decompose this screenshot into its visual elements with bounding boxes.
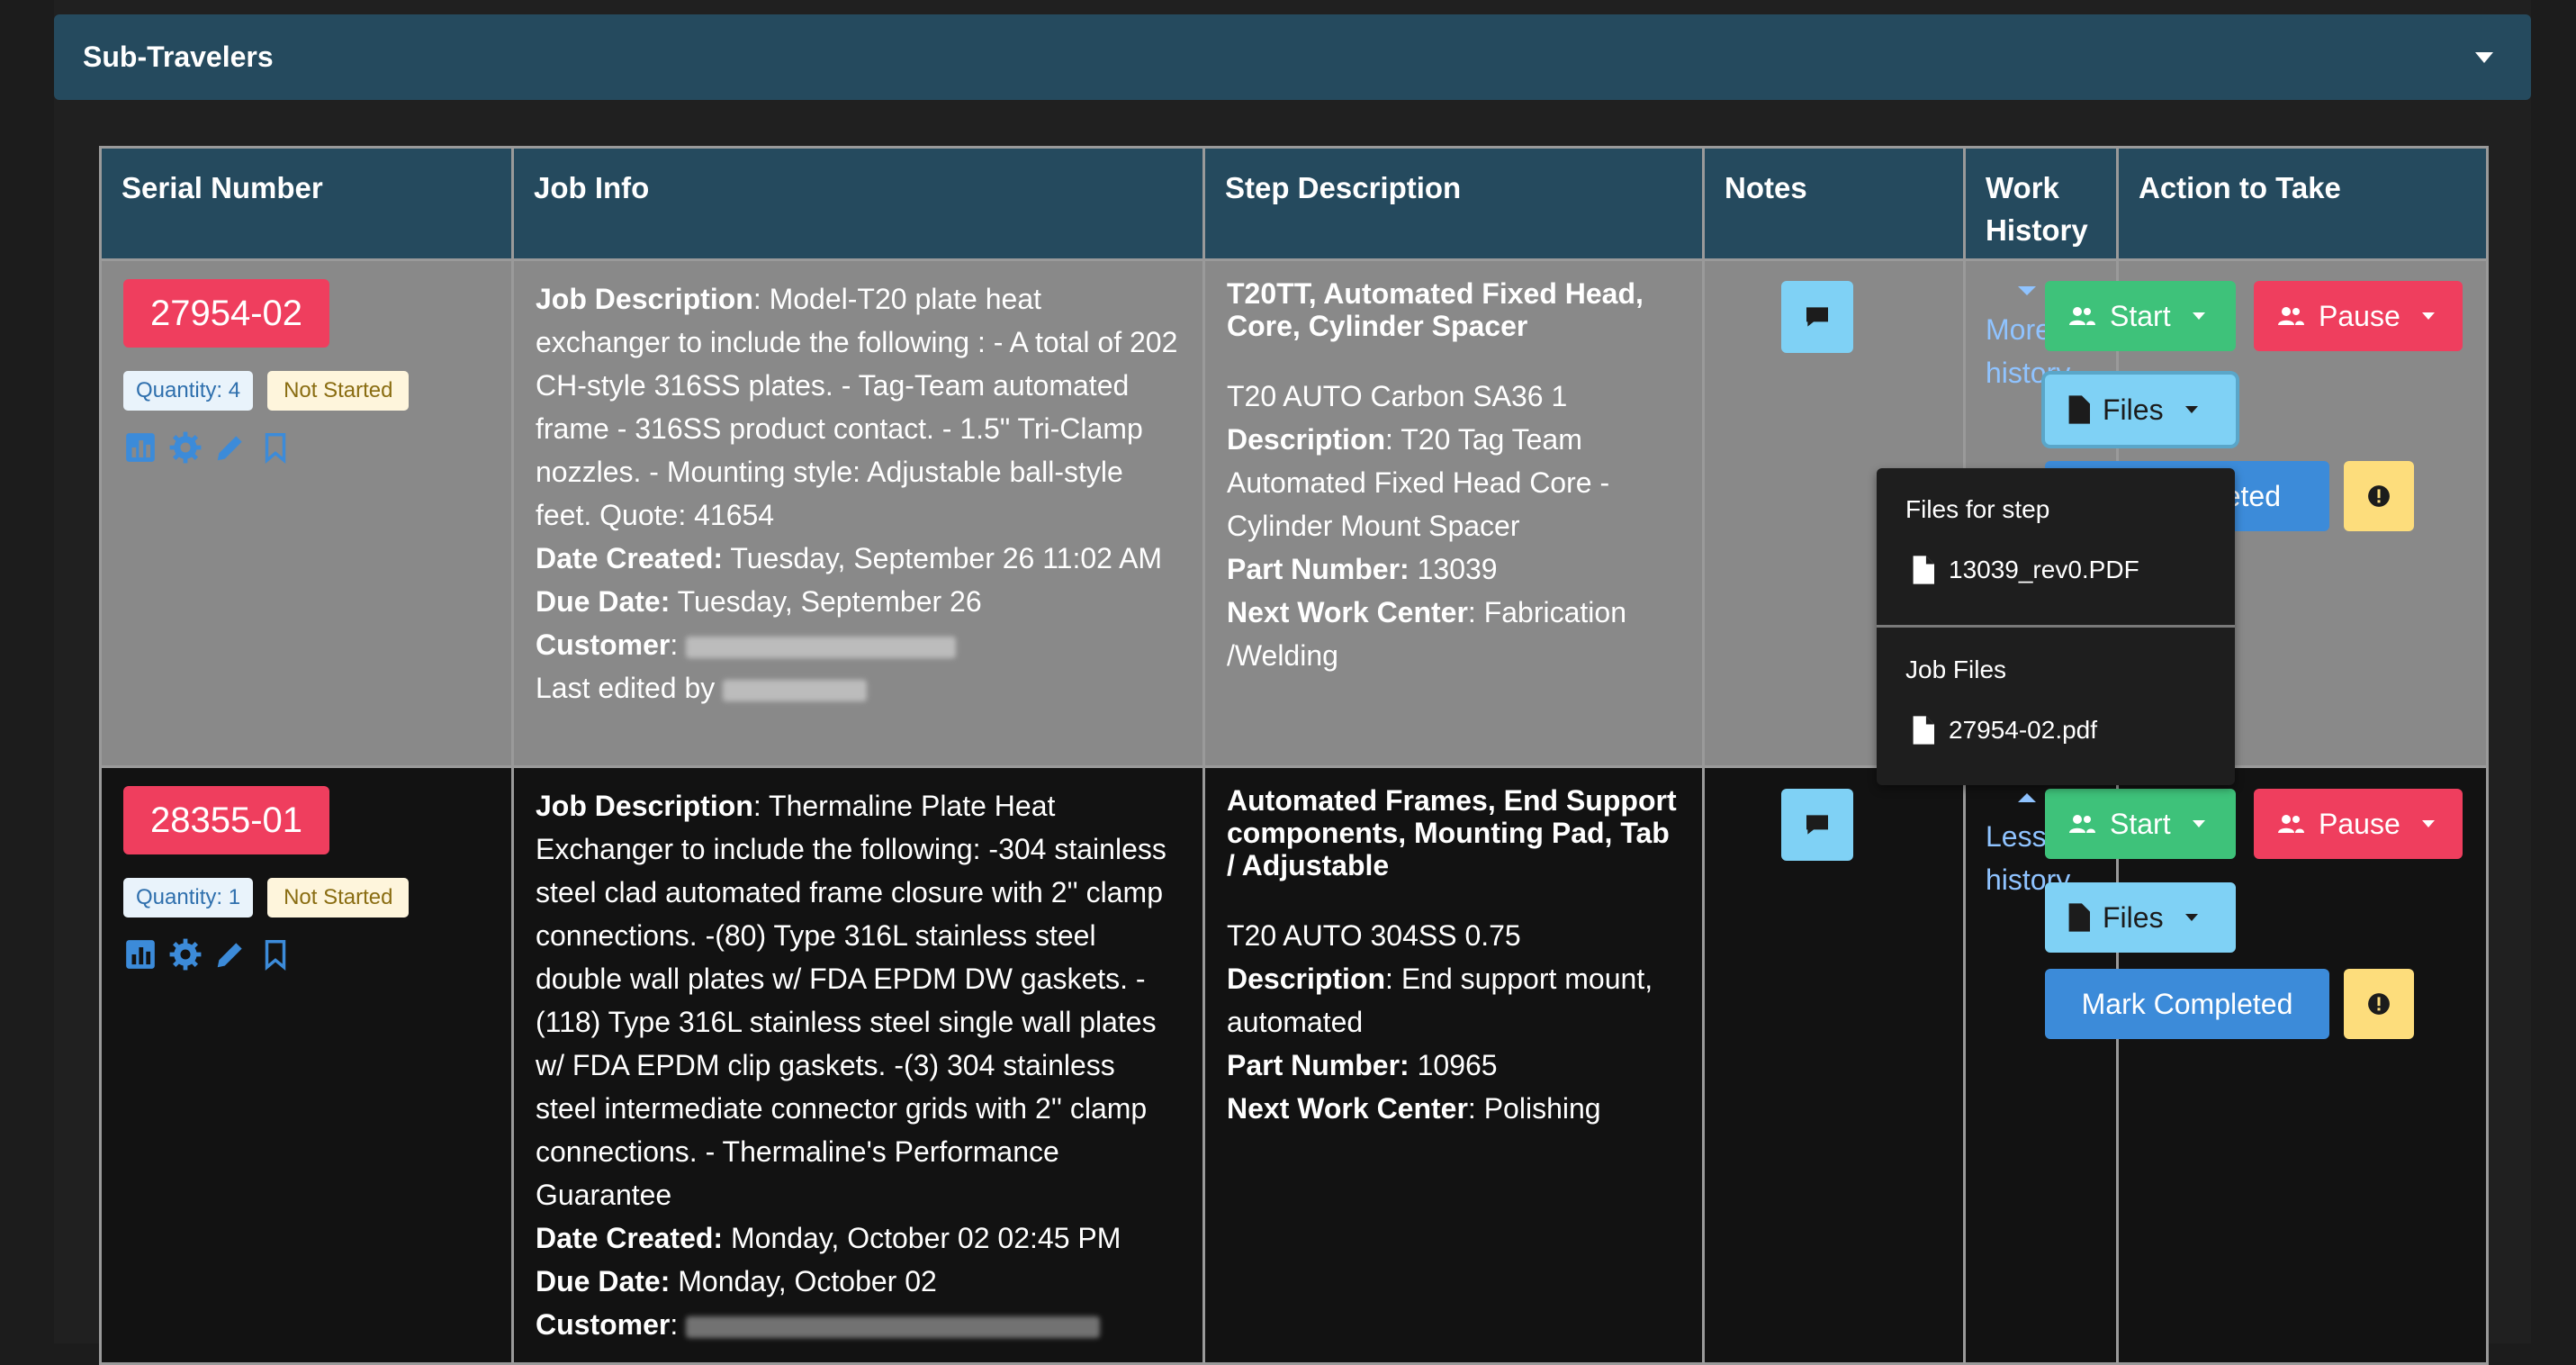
- collapse-caret-icon[interactable]: [2475, 52, 2493, 63]
- users-icon: [2069, 815, 2095, 833]
- chart-icon[interactable]: [123, 430, 158, 465]
- exclamation-icon: [2368, 993, 2390, 1015]
- files-dropdown-menu: Files for step 13039_rev0.PDF Job Files …: [1877, 468, 2235, 785]
- quantity-badge: Quantity: 1: [123, 878, 254, 918]
- customer-redacted: [686, 1315, 1101, 1338]
- step-description-label: Description: [1227, 423, 1386, 456]
- start-button[interactable]: Start: [2045, 789, 2236, 859]
- next-work-center: : Polishing: [1467, 1092, 1601, 1125]
- due-date-label: Due Date:: [536, 585, 671, 618]
- serial-number-badge[interactable]: 28355-01: [123, 786, 330, 854]
- job-file-item[interactable]: 27954-02.pdf: [1911, 715, 2097, 746]
- pencil-icon[interactable]: [213, 430, 248, 465]
- customer-redacted: [686, 636, 957, 658]
- file-icon: [1913, 556, 1934, 584]
- status-badge: Not Started: [267, 371, 410, 411]
- part-number-label: Part Number:: [1227, 1049, 1410, 1081]
- next-work-center-label: Next Work Center: [1227, 596, 1468, 628]
- pause-button[interactable]: Pause: [2254, 281, 2463, 351]
- step-description-label: Description: [1227, 963, 1386, 995]
- job-info-cell: Job Description: Thermaline Plate Heat E…: [511, 765, 1205, 1365]
- next-work-center-label: Next Work Center: [1227, 1092, 1468, 1125]
- start-button[interactable]: Start: [2045, 281, 2236, 351]
- header-step-description: Step Description: [1202, 146, 1705, 261]
- job-description: : Model-T20 plate heat exchanger to incl…: [536, 283, 1178, 531]
- users-icon: [2069, 307, 2095, 325]
- panel-header[interactable]: Sub-Travelers: [54, 14, 2531, 100]
- comment-icon: [1806, 815, 1828, 835]
- pause-button[interactable]: Pause: [2254, 789, 2463, 859]
- gear-icon[interactable]: [168, 937, 203, 972]
- exclamation-icon: [2368, 485, 2390, 507]
- step-description-cell: Automated Frames, End Support components…: [1202, 765, 1705, 1365]
- comment-icon: [1806, 307, 1828, 327]
- customer-label: Customer: [536, 1308, 671, 1341]
- due-date-label: Due Date:: [536, 1265, 671, 1297]
- quantity-badge: Quantity: 4: [123, 371, 254, 411]
- bookmark-icon[interactable]: [258, 430, 293, 465]
- file-icon: [2068, 395, 2090, 424]
- date-created: Tuesday, September 26 11:02 AM: [723, 542, 1163, 574]
- files-for-step-header: Files for step: [1905, 495, 2050, 523]
- step-title: Automated Frames, End Support components…: [1227, 784, 1677, 881]
- serial-cell: 27954-02 Quantity: 4 Not Started: [99, 258, 514, 768]
- dropdown-divider: [1877, 625, 2235, 628]
- file-icon: [2068, 903, 2090, 932]
- status-badge: Not Started: [267, 878, 410, 918]
- last-edited-label: Last edited by: [536, 672, 716, 704]
- step-material: T20 AUTO Carbon SA36 1: [1227, 380, 1568, 412]
- caret-up-icon[interactable]: [2018, 793, 2036, 802]
- step-material: T20 AUTO 304SS 0.75: [1227, 919, 1521, 952]
- header-job-info: Job Info: [511, 146, 1205, 261]
- job-description: : Thermaline Plate Heat Exchanger to inc…: [536, 790, 1166, 1211]
- job-description-label: Job Description: [536, 283, 753, 315]
- mark-completed-button[interactable]: Mark Completed: [2045, 969, 2329, 1039]
- users-icon: [2278, 815, 2304, 833]
- job-info-cell: Job Description: Model-T20 plate heat ex…: [511, 258, 1205, 768]
- files-button[interactable]: Files: [2045, 375, 2236, 445]
- date-created: Monday, October 02 02:45 PM: [723, 1222, 1121, 1254]
- notes-button[interactable]: [1781, 281, 1853, 353]
- bookmark-icon[interactable]: [258, 937, 293, 972]
- caret-down-icon[interactable]: [2018, 286, 2036, 295]
- files-button[interactable]: Files: [2045, 882, 2236, 953]
- serial-cell: 28355-01 Quantity: 1 Not Started: [99, 765, 514, 1365]
- step-file-item[interactable]: 13039_rev0.PDF: [1911, 555, 2139, 585]
- serial-number-badge[interactable]: 27954-02: [123, 279, 330, 348]
- customer-label: Customer: [536, 628, 671, 661]
- notes-button[interactable]: [1781, 789, 1853, 861]
- date-created-label: Date Created:: [536, 542, 724, 574]
- pencil-icon[interactable]: [213, 937, 248, 972]
- panel-title: Sub-Travelers: [83, 41, 274, 73]
- part-number: 13039: [1409, 553, 1498, 585]
- header-work-history: Work History: [1963, 146, 2119, 261]
- due-date: Monday, October 02: [670, 1265, 937, 1297]
- header-action-to-take: Action to Take: [2116, 146, 2489, 261]
- date-created-label: Date Created:: [536, 1222, 724, 1254]
- due-date: Tuesday, September 26: [670, 585, 982, 618]
- gear-icon[interactable]: [168, 430, 203, 465]
- part-number-label: Part Number:: [1227, 553, 1410, 585]
- header-notes: Notes: [1702, 146, 1966, 261]
- job-description-label: Job Description: [536, 790, 753, 822]
- users-icon: [2278, 307, 2304, 325]
- part-number: 10965: [1409, 1049, 1498, 1081]
- step-description-cell: T20TT, Automated Fixed Head, Core, Cylin…: [1202, 258, 1705, 768]
- step-title: T20TT, Automated Fixed Head, Core, Cylin…: [1227, 277, 1644, 342]
- job-files-header: Job Files: [1905, 655, 2007, 683]
- file-icon: [1913, 716, 1934, 745]
- alert-button[interactable]: [2344, 969, 2414, 1039]
- header-serial-number: Serial Number: [99, 146, 514, 261]
- chart-icon[interactable]: [123, 937, 158, 972]
- alert-button[interactable]: [2344, 461, 2414, 531]
- editor-redacted: [723, 679, 868, 701]
